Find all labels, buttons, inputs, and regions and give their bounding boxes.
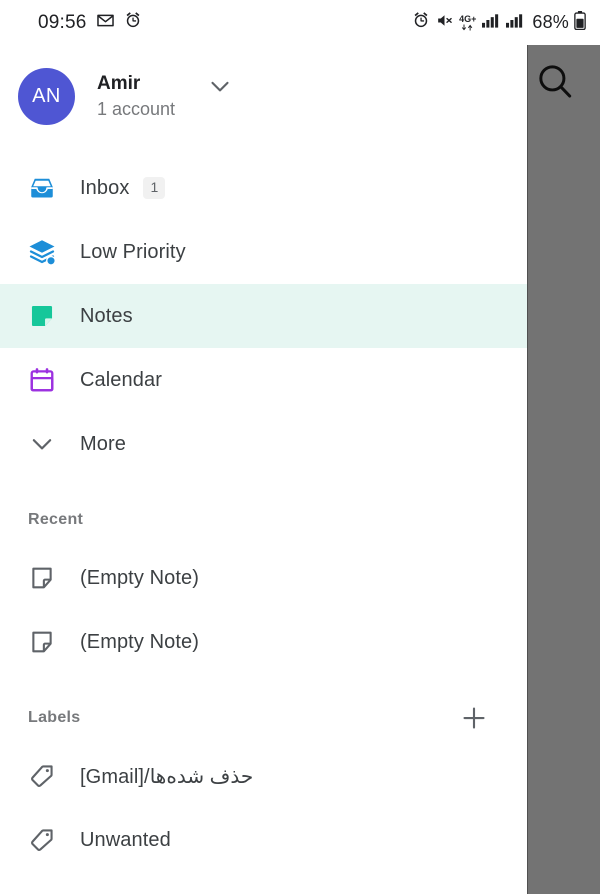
sidebar-item-notes[interactable]: Notes: [0, 284, 527, 348]
recent-item-label: (Empty Note): [80, 630, 200, 653]
label-item-gmail-deleted[interactable]: [Gmail]/حذف شده‌ها: [0, 744, 527, 808]
battery-icon: [574, 10, 586, 35]
section-title: Recent: [28, 511, 84, 528]
recent-item-empty-note-1[interactable]: (Empty Note): [0, 546, 527, 610]
note-outline-icon: [26, 626, 58, 658]
account-subtitle: 1 account: [97, 98, 176, 119]
recent-item-label: (Empty Note): [80, 566, 200, 589]
navigation-drawer: AN Amir 1 account Inbox 1 Low Priority N…: [0, 45, 527, 894]
label-item-unwanted[interactable]: Unwanted: [0, 808, 527, 872]
layers-icon: [26, 236, 58, 268]
chevron-down-icon[interactable]: [205, 71, 235, 106]
status-bar-left: 09:56: [38, 11, 142, 35]
account-name: Amir: [97, 72, 141, 94]
label-item-label: [Gmail]/حذف شده‌ها: [80, 765, 254, 788]
battery-percentage: 68%: [532, 12, 569, 32]
inbox-unread-badge: 1: [143, 177, 166, 199]
status-bar-right: 4G+ 68%: [412, 10, 586, 35]
alarm-status-icon: [412, 11, 430, 34]
signal-bars-icon-2: [506, 12, 525, 33]
sidebar-item-label: Low Priority: [80, 240, 186, 263]
drawer-scrim-overlay[interactable]: [527, 45, 600, 894]
avatar[interactable]: AN: [18, 68, 75, 125]
phone-screen: 55 AM 55 AM 55 AM ativ… 55 AM r yo… 55 A…: [0, 0, 600, 894]
recent-section-header: Recent: [0, 494, 527, 546]
tag-icon: [26, 760, 58, 792]
plus-icon[interactable]: [457, 701, 491, 735]
alarm-icon: [124, 11, 142, 34]
recent-item-empty-note-2[interactable]: (Empty Note): [0, 610, 527, 674]
signal-bars-icon: [482, 12, 501, 33]
sidebar-item-more[interactable]: More: [0, 412, 527, 476]
tag-icon: [26, 824, 58, 856]
sidebar-item-label: More: [80, 432, 126, 455]
gmail-icon: [96, 11, 115, 35]
sidebar-item-label: Notes: [80, 304, 133, 327]
chevron-down-icon: [26, 428, 58, 460]
status-clock: 09:56: [38, 11, 87, 33]
account-header[interactable]: AN Amir 1 account: [0, 45, 527, 148]
network-4g-icon: 4G+: [459, 14, 476, 31]
sidebar-item-label: Inbox: [80, 176, 130, 199]
labels-section-header: Labels: [0, 692, 527, 744]
sidebar-item-label: Calendar: [80, 368, 162, 391]
section-title: Labels: [28, 709, 81, 726]
status-bar: 09:56 4G+ 68%: [0, 0, 600, 45]
account-text: Amir 1 account: [97, 72, 175, 121]
inbox-icon: [26, 172, 58, 204]
sidebar-item-calendar[interactable]: Calendar: [0, 348, 527, 412]
note-outline-icon: [26, 562, 58, 594]
mute-icon: [435, 11, 454, 35]
note-icon: [26, 300, 58, 332]
sidebar-item-low-priority[interactable]: Low Priority: [0, 220, 527, 284]
label-item-label: Unwanted: [80, 828, 171, 851]
calendar-icon: [26, 364, 58, 396]
sidebar-item-inbox[interactable]: Inbox 1: [0, 156, 527, 220]
